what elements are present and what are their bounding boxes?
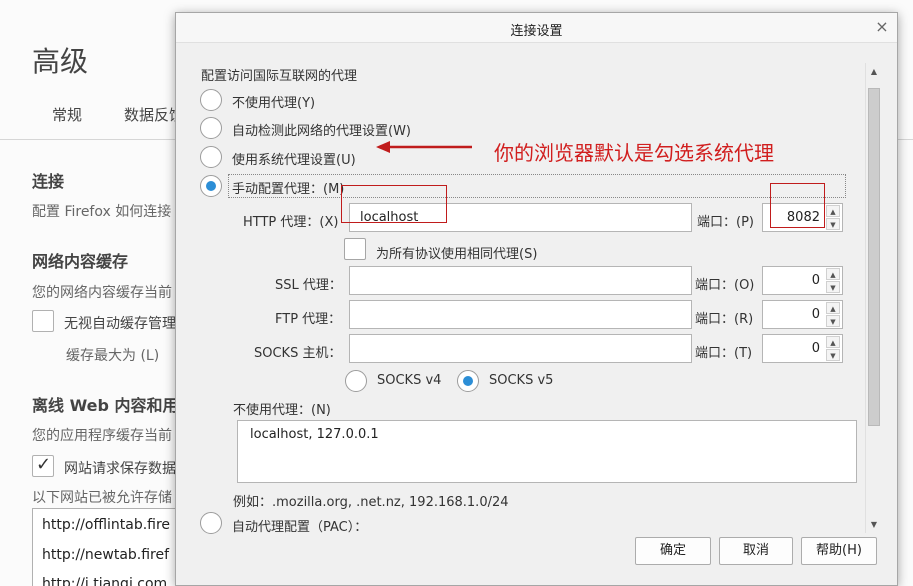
- radio-no-proxy-label: 不使用代理(Y): [232, 96, 316, 111]
- radio-pac-label: 自动代理配置（PAC）：: [232, 520, 368, 534]
- stepper-down-icon[interactable]: ▼: [826, 218, 840, 230]
- ftp-port-label: 端口：(R): [695, 312, 754, 327]
- ssl-proxy-input[interactable]: [349, 266, 692, 295]
- section-heading: 配置访问国际互联网的代理: [201, 69, 358, 84]
- http-port-label: 端口：(P): [697, 215, 754, 230]
- cache-limit-label: 缓存最大为 (L): [66, 348, 160, 364]
- dialog-scrollbar[interactable]: ▲ ▼: [865, 63, 882, 533]
- socks-port-label: 端口：(T): [695, 346, 753, 361]
- radio-pac[interactable]: [200, 512, 222, 534]
- annotation-text: 你的浏览器默认是勾选系统代理: [494, 141, 774, 165]
- socks-host-input[interactable]: [349, 334, 692, 363]
- ftp-proxy-label: FTP 代理：: [275, 312, 342, 327]
- warn-storage-checkbox[interactable]: [32, 454, 54, 477]
- dialog-titlebar: 连接设置 ×: [176, 13, 897, 43]
- list-item[interactable]: http://newtab.firef: [42, 547, 169, 563]
- cache-desc: 您的网络内容缓存当前: [32, 285, 172, 301]
- same-proxy-checkbox[interactable]: [344, 238, 366, 260]
- radio-socks-v4[interactable]: [345, 370, 367, 392]
- ftp-port-stepper[interactable]: 0 ▲ ▼: [762, 300, 843, 329]
- scroll-thumb[interactable]: [868, 88, 880, 426]
- dialog-title: 连接设置: [510, 24, 563, 39]
- stepper-down-icon[interactable]: ▼: [826, 281, 840, 293]
- override-cache-checkbox[interactable]: [32, 310, 54, 332]
- list-item[interactable]: http://i.tianqi.com: [42, 576, 167, 586]
- stepper-up-icon[interactable]: ▲: [826, 268, 840, 280]
- ssl-port-stepper[interactable]: 0 ▲ ▼: [762, 266, 843, 295]
- radio-no-proxy[interactable]: [200, 89, 222, 111]
- ftp-proxy-input[interactable]: [349, 300, 692, 329]
- scroll-down-icon[interactable]: ▼: [866, 516, 882, 533]
- annotation-box-http: [341, 185, 447, 223]
- socks-v4-label: SOCKS v4: [377, 373, 442, 388]
- socks-port-stepper[interactable]: 0 ▲ ▼: [762, 334, 843, 363]
- stepper-up-icon[interactable]: ▲: [826, 336, 840, 348]
- focus-outline: [228, 174, 846, 198]
- annotation-arrow-icon: [376, 141, 472, 153]
- ftp-port-value: 0: [811, 307, 820, 322]
- ok-button[interactable]: 确定: [635, 537, 711, 565]
- radio-system-proxy-label: 使用系统代理设置(U): [232, 153, 356, 168]
- radio-auto-detect-label: 自动检测此网络的代理设置(W): [232, 124, 411, 139]
- no-proxy-label: 不使用代理：(N): [233, 403, 331, 418]
- annotation-box-port: [770, 183, 825, 228]
- offline-desc: 您的应用程序缓存当前: [32, 428, 172, 444]
- connection-settings-dialog: 连接设置 × 配置访问国际互联网的代理 不使用代理(Y) 自动检测此网络的代理设…: [175, 12, 898, 586]
- socks-host-label: SOCKS 主机：: [254, 346, 342, 361]
- stepper-up-icon[interactable]: ▲: [826, 302, 840, 314]
- http-proxy-label: HTTP 代理：(X): [243, 215, 339, 230]
- help-button[interactable]: 帮助(H): [801, 537, 877, 565]
- offline-heading: 离线 Web 内容和用: [32, 396, 179, 415]
- override-cache-label: 无视自动缓存管理: [64, 316, 176, 332]
- allowed-sites-label: 以下网站已被允许存储: [32, 490, 172, 506]
- scroll-up-icon[interactable]: ▲: [866, 63, 882, 80]
- socks-port-value: 0: [811, 341, 820, 356]
- radio-manual-proxy[interactable]: [200, 175, 222, 197]
- radio-auto-detect[interactable]: [200, 117, 222, 139]
- list-item[interactable]: http://offlintab.fire: [42, 517, 170, 533]
- radio-system-proxy[interactable]: [200, 146, 222, 168]
- warn-storage-label: 网站请求保存数据: [64, 461, 176, 477]
- socks-v5-label: SOCKS v5: [489, 373, 554, 388]
- stepper-down-icon[interactable]: ▼: [826, 349, 840, 361]
- close-icon[interactable]: ×: [873, 18, 891, 36]
- ssl-port-value: 0: [811, 273, 820, 288]
- no-proxy-example: 例如：.mozilla.org, .net.nz, 192.168.1.0/24: [233, 495, 509, 510]
- stepper-down-icon[interactable]: ▼: [826, 315, 840, 327]
- page-title: 高级: [32, 45, 89, 78]
- same-proxy-label: 为所有协议使用相同代理(S): [376, 247, 538, 262]
- cache-heading: 网络内容缓存: [32, 252, 129, 271]
- connection-heading: 连接: [32, 172, 65, 191]
- dialog-content: 配置访问国际互联网的代理 不使用代理(Y) 自动检测此网络的代理设置(W) 使用…: [176, 44, 881, 534]
- ssl-port-label: 端口：(O): [695, 278, 755, 293]
- tab-general[interactable]: 常规: [52, 104, 82, 125]
- connection-desc: 配置 Firefox 如何连接: [32, 204, 172, 220]
- cancel-button[interactable]: 取消: [719, 537, 793, 565]
- radio-socks-v5[interactable]: [457, 370, 479, 392]
- stepper-up-icon[interactable]: ▲: [826, 205, 840, 217]
- no-proxy-textarea[interactable]: localhost, 127.0.0.1: [237, 420, 857, 483]
- ssl-proxy-label: SSL 代理：: [275, 278, 342, 293]
